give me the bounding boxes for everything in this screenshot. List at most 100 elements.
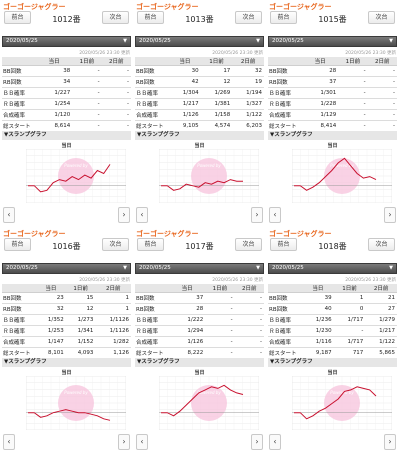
stats-row: BB回数 23 15 1 bbox=[2, 292, 131, 304]
corner-cell bbox=[2, 284, 36, 293]
chevron-left-icon[interactable]: ‹ bbox=[3, 434, 15, 450]
chevron-left-icon[interactable]: ‹ bbox=[136, 207, 148, 223]
date-select[interactable]: 2020/05/25 ▼ bbox=[2, 36, 131, 47]
date-value: 2020/05/25 bbox=[272, 265, 304, 271]
day1-value: 1/717 bbox=[333, 336, 366, 348]
col-header-today: 当日 bbox=[169, 284, 206, 293]
slump-graph: Powered by bbox=[292, 376, 392, 430]
prev-machine-button[interactable]: 前台 bbox=[137, 11, 164, 24]
stats-row: RB回数 32 12 1 bbox=[2, 303, 131, 315]
day2-value: 5,865 bbox=[365, 347, 397, 359]
machine-panel: ゴーゴージャグラー 前台 1013番 次台 2020/05/25 ▼ 2020/… bbox=[133, 0, 266, 227]
chevron-left-icon[interactable]: ‹ bbox=[269, 434, 281, 450]
date-select[interactable]: 2020/05/25 ▼ bbox=[268, 36, 397, 47]
day2-value: 1/279 bbox=[365, 314, 397, 326]
stats-row: 合成確率 1/126 1/158 1/122 bbox=[135, 109, 264, 121]
today-value: 1/126 bbox=[169, 336, 206, 348]
stats-row: 合成確率 1/129 - - bbox=[268, 109, 397, 121]
prev-machine-button[interactable]: 前台 bbox=[137, 238, 164, 251]
day2-value: 1 bbox=[95, 303, 131, 315]
day1-value: - bbox=[338, 120, 368, 132]
updated-timestamp: 2020/05/26 23:30 更新 bbox=[79, 278, 130, 283]
day2-value: 1/1126 bbox=[95, 325, 131, 337]
day2-value: 1/1126 bbox=[95, 314, 131, 326]
dropdown-arrow-icon: ▼ bbox=[389, 38, 393, 44]
today-value: 1/294 bbox=[169, 325, 206, 337]
day1-value: - bbox=[333, 325, 366, 337]
day1-value: 1/273 bbox=[65, 314, 96, 326]
day1-value: 717 bbox=[333, 347, 366, 359]
corner-cell bbox=[268, 284, 302, 293]
stats-row: ＲＢ確率 1/217 1/381 1/327 bbox=[135, 98, 264, 110]
date-select[interactable]: 2020/05/25 ▼ bbox=[135, 263, 264, 274]
today-value: 1/230 bbox=[302, 325, 334, 337]
row-label: 総スタート bbox=[2, 347, 36, 359]
next-machine-button[interactable]: 次台 bbox=[368, 11, 395, 24]
slump-graph: Powered by bbox=[26, 149, 126, 203]
prev-machine-button[interactable]: 前台 bbox=[4, 11, 31, 24]
machine-panel: ゴーゴージャグラー 前台 1018番 次台 2020/05/25 ▼ 2020/… bbox=[266, 227, 399, 454]
day1-value: 1/341 bbox=[65, 325, 96, 337]
today-value: 9,105 bbox=[169, 120, 201, 132]
corner-cell bbox=[135, 284, 169, 293]
chevron-right-icon[interactable]: › bbox=[384, 207, 396, 223]
today-value: 37 bbox=[169, 292, 206, 304]
today-value: 40 bbox=[302, 303, 334, 315]
next-machine-button[interactable]: 次台 bbox=[368, 238, 395, 251]
date-select[interactable]: 2020/05/25 ▼ bbox=[135, 36, 264, 47]
day2-value: - bbox=[234, 336, 264, 348]
chevron-right-icon[interactable]: › bbox=[118, 434, 130, 450]
chevron-left-icon[interactable]: ‹ bbox=[136, 434, 148, 450]
next-machine-button[interactable]: 次台 bbox=[102, 11, 129, 24]
stats-row: 合成確率 1/126 - - bbox=[135, 336, 264, 348]
stats-row: 総スタート 9,187 717 5,865 bbox=[268, 347, 397, 359]
row-label: RB回数 bbox=[135, 303, 169, 315]
chevron-right-icon[interactable]: › bbox=[384, 434, 396, 450]
day1-value: - bbox=[338, 76, 368, 88]
next-machine-button[interactable]: 次台 bbox=[235, 11, 262, 24]
stats-row: ＢＢ確率 1/227 - - bbox=[2, 87, 131, 99]
day2-value: 1/327 bbox=[232, 98, 264, 110]
day2-value: 32 bbox=[232, 65, 264, 77]
next-machine-button[interactable]: 次台 bbox=[235, 238, 262, 251]
day1-value: 1/158 bbox=[200, 109, 233, 121]
day2-value: - bbox=[234, 314, 264, 326]
row-label: 合成確率 bbox=[2, 336, 36, 348]
stats-row: RB回数 40 0 27 bbox=[268, 303, 397, 315]
stats-row: 総スタート 8,414 - - bbox=[268, 120, 397, 132]
row-label: BB回数 bbox=[135, 292, 169, 304]
machine-number: 1015番 bbox=[318, 15, 347, 24]
dropdown-arrow-icon: ▼ bbox=[123, 38, 127, 44]
chevron-left-icon[interactable]: ‹ bbox=[3, 207, 15, 223]
today-value: 23 bbox=[36, 292, 66, 304]
row-label: BB回数 bbox=[135, 65, 169, 77]
day2-value: 27 bbox=[365, 303, 397, 315]
today-value: 1/217 bbox=[169, 98, 201, 110]
prev-machine-button[interactable]: 前台 bbox=[270, 238, 297, 251]
row-label: ＢＢ確率 bbox=[268, 314, 302, 326]
day1-value: - bbox=[72, 76, 102, 88]
stats-row: RB回数 28 - - bbox=[135, 303, 264, 315]
chevron-left-icon[interactable]: ‹ bbox=[269, 207, 281, 223]
prev-machine-button[interactable]: 前台 bbox=[4, 238, 31, 251]
day1-value: - bbox=[338, 109, 368, 121]
day2-value: - bbox=[367, 109, 397, 121]
chevron-right-icon[interactable]: › bbox=[251, 434, 263, 450]
date-select[interactable]: 2020/05/25 ▼ bbox=[2, 263, 131, 274]
col-header-day2: 2日前 bbox=[101, 57, 131, 66]
chevron-right-icon[interactable]: › bbox=[118, 207, 130, 223]
row-label: ＲＢ確率 bbox=[268, 325, 302, 337]
date-select[interactable]: 2020/05/25 ▼ bbox=[268, 263, 397, 274]
row-label: 合成確率 bbox=[268, 109, 302, 121]
date-value: 2020/05/25 bbox=[139, 38, 171, 44]
next-machine-button[interactable]: 次台 bbox=[102, 238, 129, 251]
stats-table: 当日 1日前 2日前 BB回数 23 15 1 RB回数 32 12 1 ＢＢ確… bbox=[2, 284, 131, 359]
day1-value: - bbox=[338, 65, 368, 77]
col-header-today: 当日 bbox=[302, 57, 339, 66]
stats-header-row: 当日 1日前 2日前 bbox=[268, 57, 397, 66]
col-header-day1: 1日前 bbox=[200, 57, 233, 66]
chevron-right-icon[interactable]: › bbox=[251, 207, 263, 223]
day1-value: 4,574 bbox=[200, 120, 233, 132]
prev-machine-button[interactable]: 前台 bbox=[270, 11, 297, 24]
updated-timestamp: 2020/05/26 23:30 更新 bbox=[212, 278, 263, 283]
